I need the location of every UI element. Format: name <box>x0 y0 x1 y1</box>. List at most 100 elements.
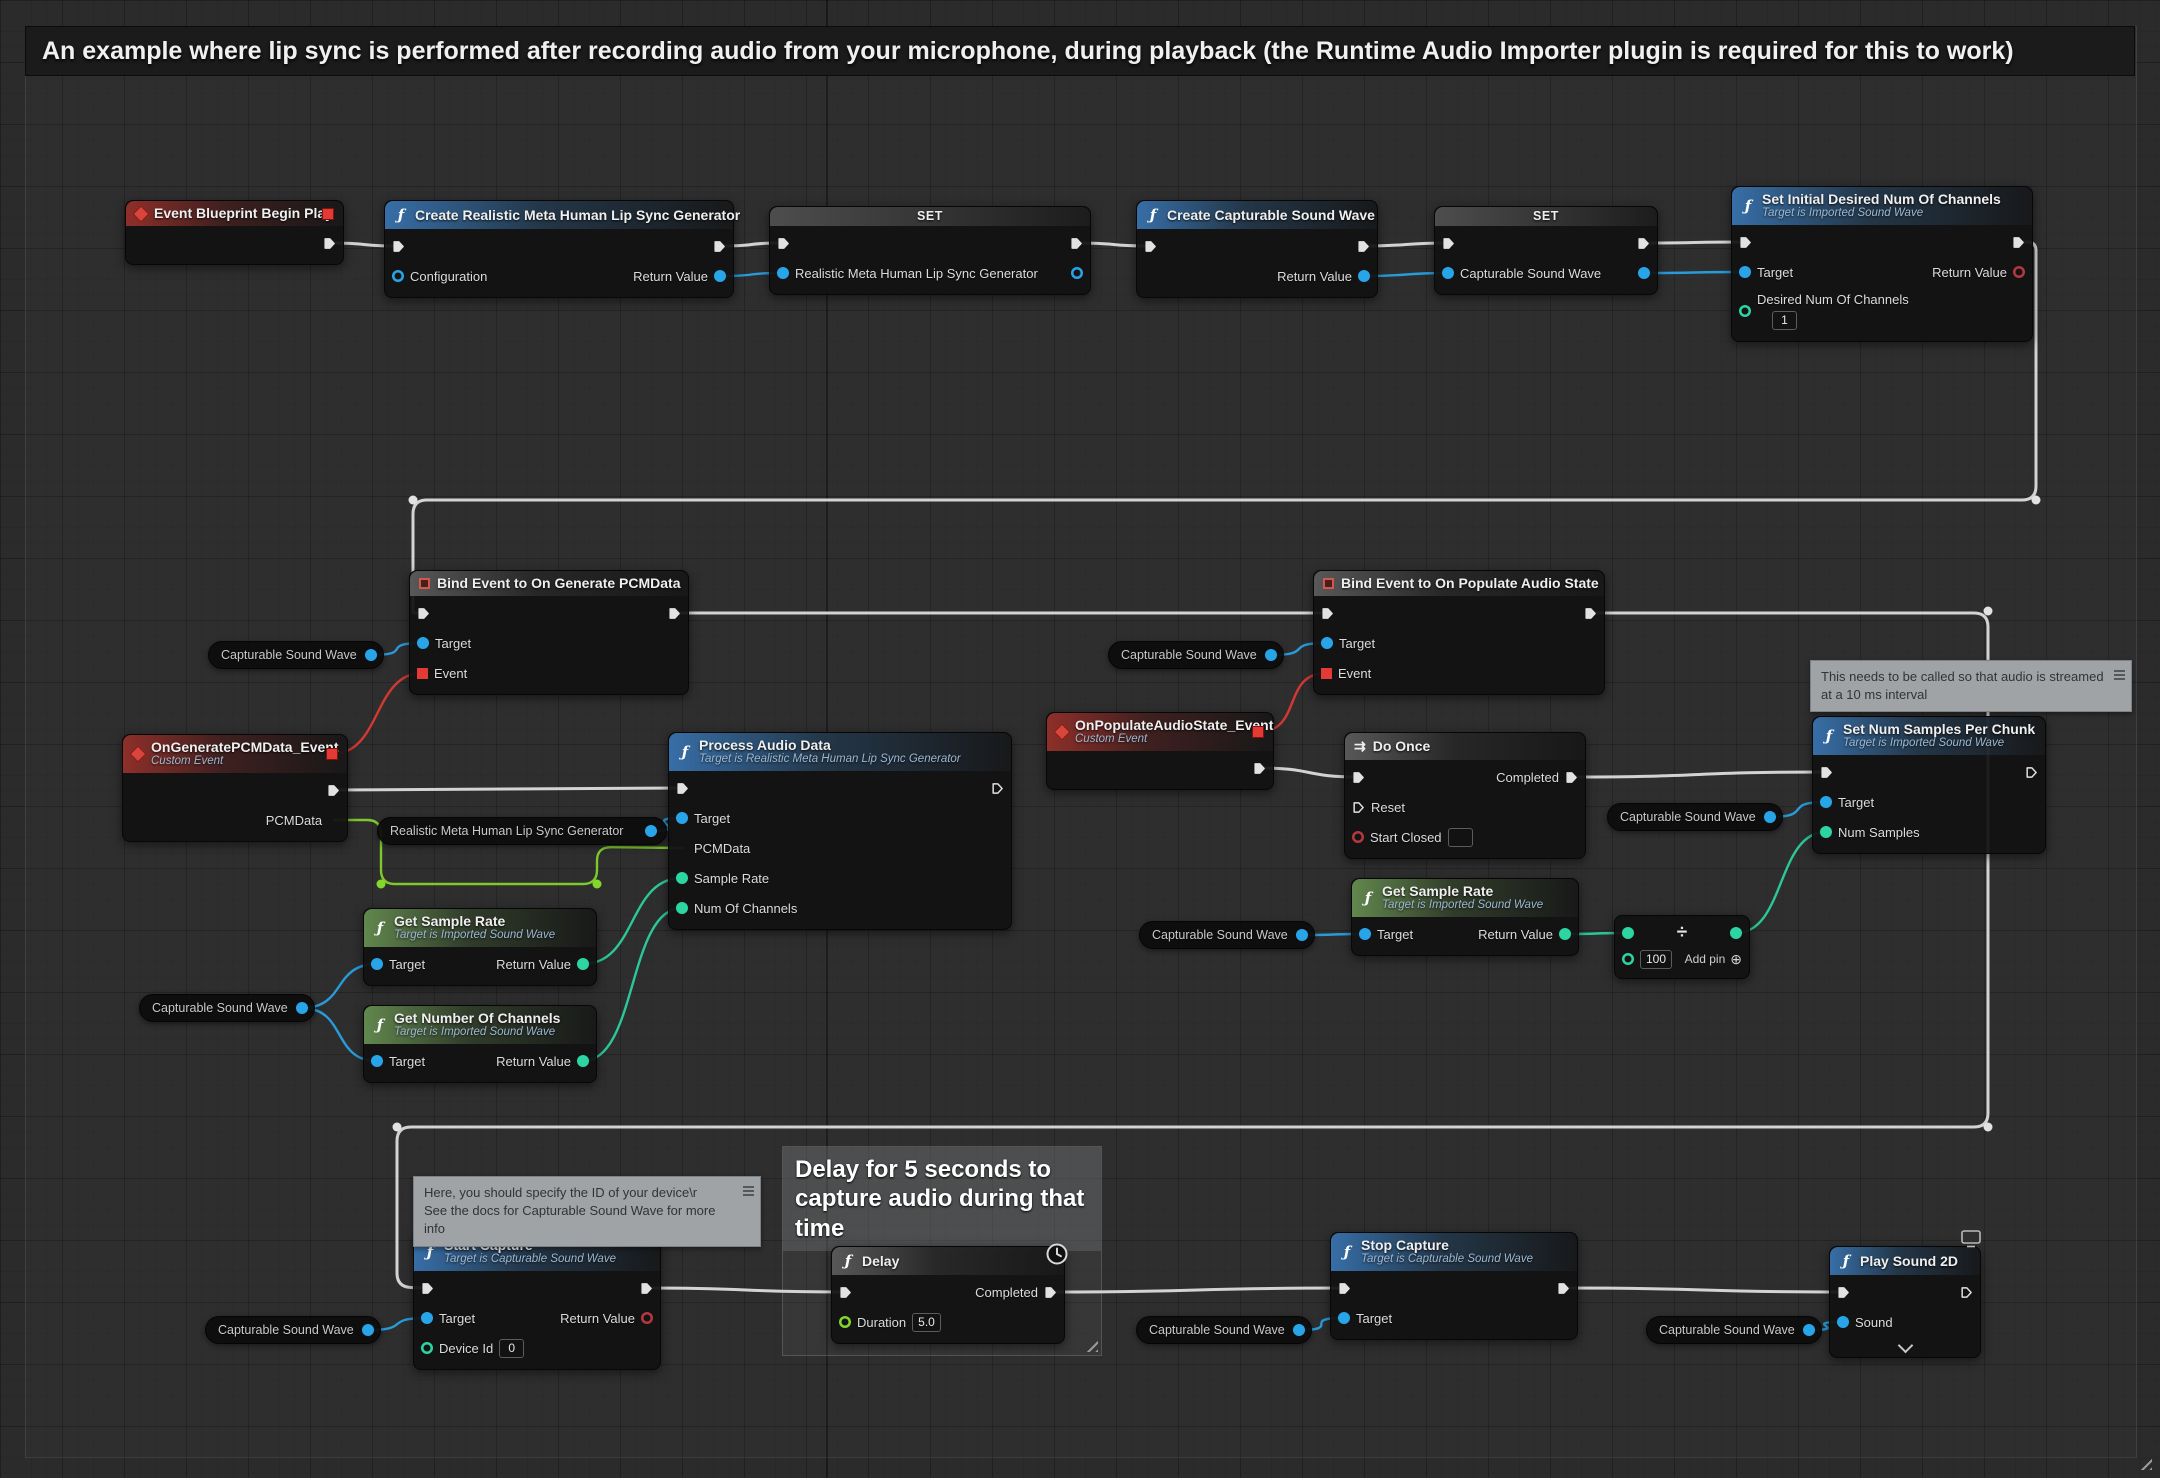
node-divide[interactable]: ÷100Add pin⊕ <box>1614 915 1750 979</box>
execin-pin-icon[interactable] <box>392 240 405 253</box>
execout-pin-icon[interactable] <box>640 1282 653 1295</box>
node-create_cap[interactable]: ƒCreate Capturable Sound WaveReturn Valu… <box>1136 200 1378 298</box>
node-gsr_right[interactable]: ƒGet Sample RateTarget is Imported Sound… <box>1351 878 1579 956</box>
node-begin_play[interactable]: Event Blueprint Begin Play <box>125 200 344 265</box>
execin-pin-icon[interactable] <box>421 1282 434 1295</box>
node-set2[interactable]: SETCapturable Sound Wave <box>1434 206 1658 295</box>
reset-pin-icon[interactable] <box>1352 801 1365 814</box>
value_out-pin-icon[interactable] <box>1638 267 1650 279</box>
execout-pin-icon[interactable] <box>1070 237 1083 250</box>
variable-node-p4[interactable]: Capturable Sound Wave <box>1139 921 1315 949</box>
target-pin-icon[interactable] <box>676 812 688 824</box>
pcmdata-pin-icon[interactable] <box>676 842 688 854</box>
retval-pin-icon[interactable] <box>1559 928 1571 940</box>
node-gsr_left[interactable]: ƒGet Sample RateTarget is Imported Sound… <box>363 908 597 986</box>
variable-node-p5[interactable]: Capturable Sound Wave <box>1607 803 1783 831</box>
target-pin-icon[interactable] <box>1820 796 1832 808</box>
node-process[interactable]: ƒProcess Audio DataTarget is Realistic M… <box>668 732 1012 930</box>
target-pin-icon[interactable] <box>371 1055 383 1067</box>
node-header[interactable]: Bind Event to On Generate PCMData <box>410 571 688 596</box>
node-do_once[interactable]: ⇉Do OnceCompletedResetStart Closed <box>1344 732 1586 859</box>
completed-pin-icon[interactable] <box>1044 1286 1057 1299</box>
retval-pin-icon[interactable] <box>641 1312 653 1324</box>
numchannels-pin-icon[interactable] <box>676 902 688 914</box>
execin-pin-icon[interactable] <box>417 607 430 620</box>
output-pin[interactable] <box>365 649 377 661</box>
exec-pin-icon[interactable] <box>323 237 336 250</box>
add-pin-button[interactable]: Add pin⊕ <box>1685 951 1742 968</box>
main-comment-title[interactable]: An example where lip sync is performed a… <box>25 26 2135 76</box>
execout-pin-icon[interactable] <box>1557 1282 1570 1295</box>
value-box[interactable]: 5.0 <box>912 1313 941 1332</box>
node-header[interactable]: ƒGet Number Of ChannelsTarget is Importe… <box>364 1006 596 1044</box>
node-set_initial[interactable]: ƒSet Initial Desired Num Of ChannelsTarg… <box>1731 186 2033 342</box>
execout-pin-icon[interactable] <box>1357 240 1370 253</box>
deviceid-pin-icon[interactable] <box>421 1342 433 1354</box>
execout-pin-icon[interactable] <box>1637 237 1650 250</box>
exec-pin-icon[interactable] <box>327 784 340 797</box>
event-pin-icon[interactable] <box>417 668 428 679</box>
sound-pin-icon[interactable] <box>1837 1316 1849 1328</box>
node-header[interactable]: SET <box>1435 207 1657 226</box>
value-box[interactable]: 0 <box>499 1339 524 1358</box>
execout-pin-icon[interactable] <box>1960 1286 1973 1299</box>
node-header[interactable]: ƒSet Num Samples Per ChunkTarget is Impo… <box>1813 717 2045 755</box>
retval-pin-icon[interactable] <box>2013 266 2025 278</box>
output-pin[interactable] <box>1293 1324 1305 1336</box>
node-start_capture[interactable]: ƒStart CaptureTarget is Capturable Sound… <box>413 1232 661 1370</box>
numsamples-pin-icon[interactable] <box>1820 826 1832 838</box>
execin-pin-icon[interactable] <box>1837 1286 1850 1299</box>
event-pin-icon[interactable] <box>1321 668 1332 679</box>
variable-node-p3[interactable]: Capturable Sound Wave <box>1108 641 1284 669</box>
delegate-pin[interactable] <box>1252 726 1264 738</box>
target-pin-icon[interactable] <box>1321 637 1333 649</box>
blueprint-graph-canvas[interactable]: An example where lip sync is performed a… <box>0 0 2160 1478</box>
execout-pin-icon[interactable] <box>668 607 681 620</box>
device-note-bubble[interactable]: Here, you should specify the ID of your … <box>413 1176 761 1247</box>
retval-pin-icon[interactable] <box>1358 270 1370 282</box>
execin-pin-icon[interactable] <box>676 782 689 795</box>
node-header[interactable]: Event Blueprint Begin Play <box>126 201 343 226</box>
node-header[interactable]: ƒSet Initial Desired Num Of ChannelsTarg… <box>1732 187 2032 225</box>
samplerate-pin-icon[interactable] <box>676 872 688 884</box>
node-bind_pop[interactable]: Bind Event to On Populate Audio StateTar… <box>1313 570 1605 695</box>
node-header[interactable]: ƒGet Sample RateTarget is Imported Sound… <box>1352 879 1578 917</box>
node-header[interactable]: Bind Event to On Populate Audio State <box>1314 571 1604 596</box>
node-header[interactable]: ƒStop CaptureTarget is Capturable Sound … <box>1331 1233 1577 1271</box>
node-set1[interactable]: SETRealistic Meta Human Lip Sync Generat… <box>769 206 1091 295</box>
execin-pin-icon[interactable] <box>1820 766 1833 779</box>
retval-pin-icon[interactable] <box>577 958 589 970</box>
value-box[interactable]: 100 <box>1640 950 1672 969</box>
node-gnc[interactable]: ƒGet Number Of ChannelsTarget is Importe… <box>363 1005 597 1083</box>
execout-pin-icon[interactable] <box>713 240 726 253</box>
execin-pin-icon[interactable] <box>777 237 790 250</box>
node-delay[interactable]: ƒDelayCompletedDuration5.0 <box>831 1246 1065 1344</box>
value_out-pin-icon[interactable] <box>1071 267 1083 279</box>
node-set_num[interactable]: ƒSet Num Samples Per ChunkTarget is Impo… <box>1812 716 2046 854</box>
stream-note-bubble[interactable]: This needs to be called so that audio is… <box>1810 660 2132 712</box>
output-pin[interactable] <box>1296 929 1308 941</box>
variable-node-p2[interactable]: Capturable Sound Wave <box>139 994 315 1022</box>
node-bind_pcm[interactable]: Bind Event to On Generate PCMDataTargetE… <box>409 570 689 695</box>
out-pin-icon[interactable] <box>1730 927 1742 939</box>
node-play_sound[interactable]: ƒPlay Sound 2DSound <box>1829 1246 1981 1358</box>
execin-pin-icon[interactable] <box>1338 1282 1351 1295</box>
node-header[interactable]: OnPopulateAudioState_EventCustom Event <box>1047 713 1273 751</box>
variable-node-p7[interactable]: Capturable Sound Wave <box>1136 1316 1312 1344</box>
in1-pin-icon[interactable] <box>1622 927 1634 939</box>
output-pin[interactable] <box>645 825 657 837</box>
target-pin-icon[interactable] <box>1739 266 1751 278</box>
target-pin-icon[interactable] <box>1359 928 1371 940</box>
node-header[interactable]: ⇉Do Once <box>1345 733 1585 760</box>
node-header[interactable]: ƒCreate Capturable Sound Wave <box>1137 201 1377 229</box>
expand-chevron[interactable] <box>1830 1343 1980 1357</box>
startclosed-pin-icon[interactable] <box>1352 831 1364 843</box>
node-create_lipsync[interactable]: ƒCreate Realistic Meta Human Lip Sync Ge… <box>384 200 734 298</box>
value_in-pin-icon[interactable] <box>777 267 789 279</box>
execin-pin-icon[interactable] <box>1442 237 1455 250</box>
output-pin[interactable] <box>362 1324 374 1336</box>
configuration-pin-icon[interactable] <box>392 270 404 282</box>
execin-pin-icon[interactable] <box>1352 771 1365 784</box>
execin-pin-icon[interactable] <box>1144 240 1157 253</box>
retval-pin-icon[interactable] <box>577 1055 589 1067</box>
